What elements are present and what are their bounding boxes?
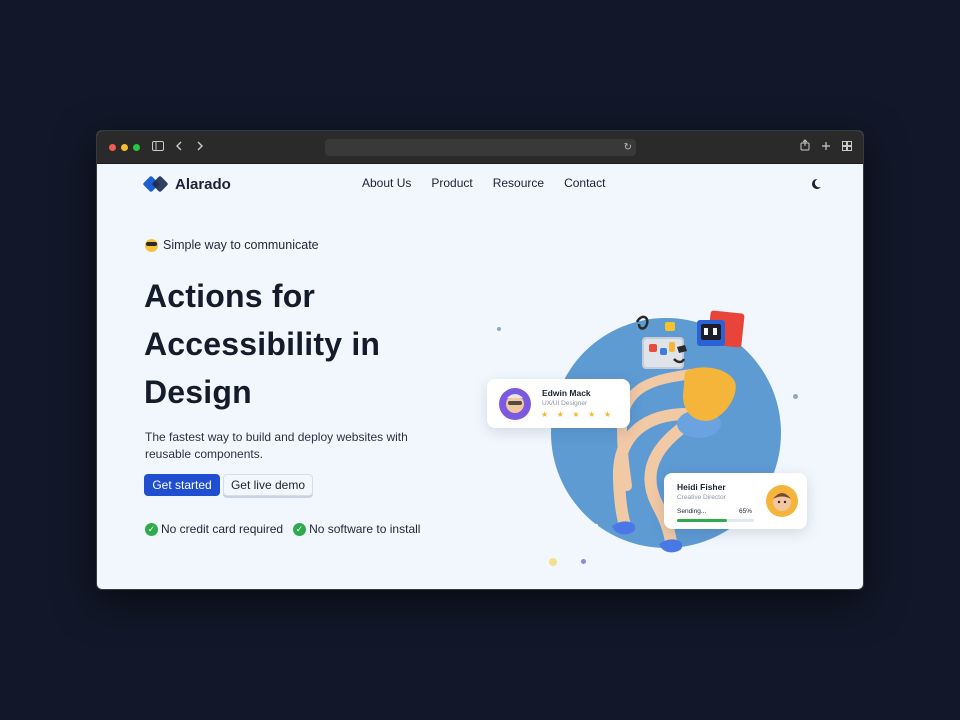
rating-stars: ★ ★ ★ ★ ★	[541, 410, 615, 419]
sender-name: Heidi Fisher	[677, 482, 726, 492]
progress-fill	[677, 519, 728, 522]
hero-headline: Actions for Accessibility in Design	[144, 272, 444, 416]
profile-name: Edwin Mack	[542, 388, 591, 398]
landing-page: Alarado About Us Product Resource Contac…	[97, 164, 863, 589]
progress-bar	[677, 519, 754, 522]
tab-overview-icon[interactable]	[839, 139, 855, 155]
progress-percent: 65%	[739, 508, 753, 515]
logo-mark-icon	[142, 175, 169, 193]
sender-role: Creative Director	[677, 494, 726, 501]
profile-role: UX/UI Designer	[542, 400, 588, 407]
plus-icon[interactable]	[818, 139, 834, 155]
feature-label: No credit card required	[161, 522, 284, 536]
nav-item-about-us[interactable]: About Us	[362, 176, 411, 190]
get-started-button[interactable]: Get started	[144, 474, 220, 496]
get-live-demo-button[interactable]: Get live demo	[223, 474, 313, 496]
check-circle-icon: ✓	[145, 522, 158, 536]
browser-toolbar: ↻	[97, 131, 863, 164]
feature-item: ✓ No credit card required	[145, 522, 283, 536]
main-nav: About Us Product Resource Contact	[362, 176, 605, 190]
nav-item-resource[interactable]: Resource	[493, 176, 544, 190]
feature-label: No software to install	[309, 522, 421, 536]
headline-line-1: Actions for	[144, 278, 316, 314]
hero-eyebrow: Simple way to communicate	[145, 238, 319, 252]
check-circle-icon: ✓	[293, 522, 307, 536]
maximize-window-button[interactable]	[133, 144, 140, 151]
feature-item: ✓ No software to install	[293, 522, 420, 536]
site-logo[interactable]: Alarado	[142, 174, 231, 194]
nav-item-product[interactable]: Product	[431, 176, 472, 190]
moon-icon[interactable]	[810, 175, 822, 189]
chevron-right-icon[interactable]	[192, 139, 208, 155]
feature-list: ✓ No credit card required ✓ No software …	[145, 522, 420, 536]
brand-name: Alarado	[175, 175, 231, 193]
hero-illustration: Edwin Mack UX/UI Designer ★ ★ ★ ★ ★ Heid…	[487, 264, 817, 566]
avatar	[766, 485, 798, 517]
chevron-left-icon[interactable]	[171, 139, 187, 155]
address-bar[interactable]: ↻	[325, 139, 636, 156]
avatar	[499, 388, 531, 420]
hero-description: The fastest way to build and deploy webs…	[145, 430, 408, 461]
sunglasses-emoji-icon	[145, 238, 158, 252]
headline-line-3: Design	[144, 374, 252, 410]
headline-line-2: Accessibility in	[144, 326, 381, 362]
nav-item-contact[interactable]: Contact	[564, 176, 605, 190]
sending-card: Heidi Fisher Creative Director Sending..…	[664, 473, 807, 529]
reload-icon[interactable]: ↻	[624, 140, 632, 155]
eyebrow-text: Simple way to communicate	[163, 238, 319, 252]
sidebar-icon[interactable]	[150, 139, 166, 155]
profile-card: Edwin Mack UX/UI Designer ★ ★ ★ ★ ★	[487, 379, 630, 428]
browser-window: ↻ Alarado About Us Product Resource Cont…	[96, 130, 864, 590]
minimize-window-button[interactable]	[121, 144, 128, 151]
progress-status: Sending...	[677, 508, 707, 515]
share-icon[interactable]	[797, 139, 813, 155]
close-window-button[interactable]	[109, 144, 116, 151]
